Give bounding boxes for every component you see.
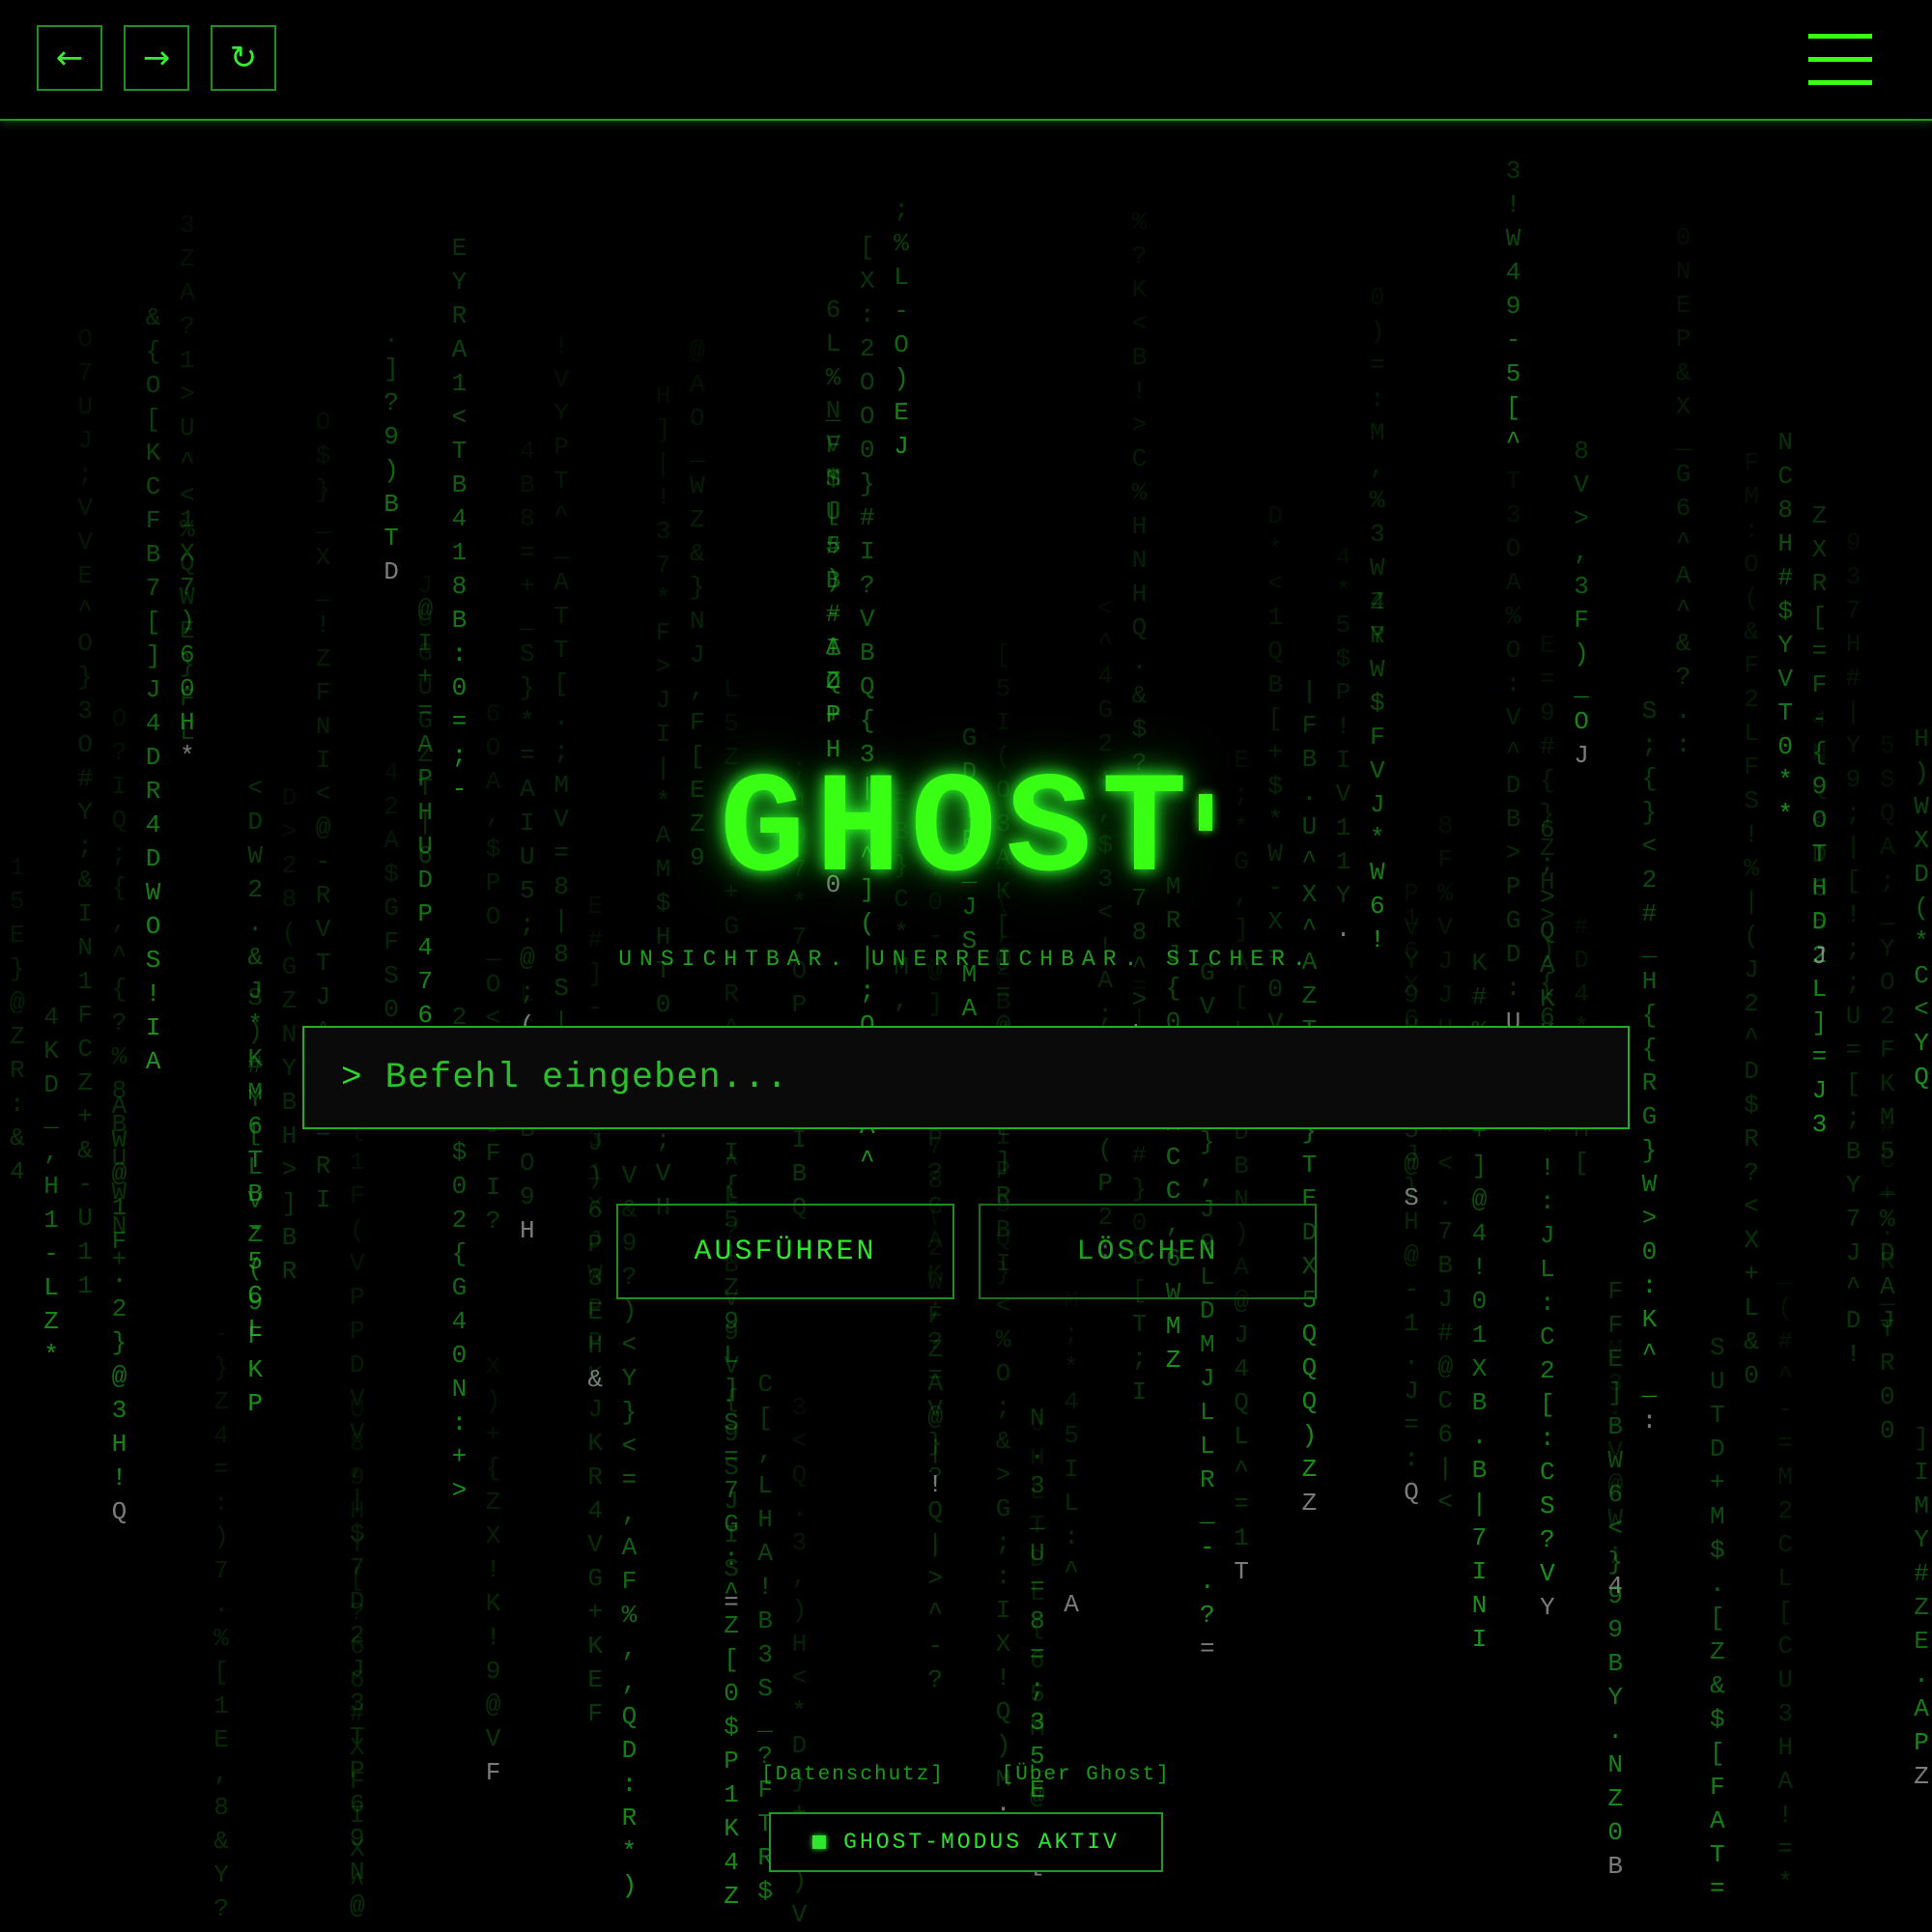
arrow-left-icon: ← — [55, 39, 84, 77]
prompt-icon: > — [341, 1058, 362, 1097]
status-indicator-icon — [812, 1835, 827, 1849]
logo-text: GHOST — [719, 752, 1198, 913]
menu-bar — [1808, 34, 1872, 39]
forward-button[interactable]: → — [124, 25, 189, 91]
command-input[interactable] — [383, 1056, 1628, 1099]
footer-links: [Datenschutz] [Über Ghost] — [0, 1764, 1932, 1786]
hamburger-menu-icon[interactable] — [1808, 34, 1872, 85]
clear-button[interactable]: LÖSCHEN — [979, 1204, 1317, 1299]
top-navigation-bar: ← → ↻ — [0, 0, 1932, 121]
menu-bar — [1808, 57, 1872, 62]
reload-icon: ↻ — [229, 39, 258, 77]
arrow-right-icon: → — [142, 39, 171, 77]
main-content: GHOST UNSICHTBAR. UNERREICHBAR. SICHER. … — [0, 0, 1932, 1932]
logo-title: GHOST — [0, 761, 1932, 904]
back-button[interactable]: ← — [37, 25, 102, 91]
about-link[interactable]: [Über Ghost] — [1002, 1764, 1171, 1786]
run-button[interactable]: AUSFÜHREN — [616, 1204, 954, 1299]
status-text: GHOST-MODUS AKTIV — [843, 1830, 1120, 1855]
privacy-link[interactable]: [Datenschutz] — [761, 1764, 945, 1786]
reload-button[interactable]: ↻ — [211, 25, 276, 91]
blinking-cursor — [1199, 794, 1213, 831]
status-badge: GHOST-MODUS AKTIV — [769, 1812, 1163, 1872]
menu-bar — [1808, 80, 1872, 85]
command-input-box[interactable]: > — [302, 1026, 1630, 1129]
tagline: UNSICHTBAR. UNERREICHBAR. SICHER. — [618, 947, 1314, 972]
